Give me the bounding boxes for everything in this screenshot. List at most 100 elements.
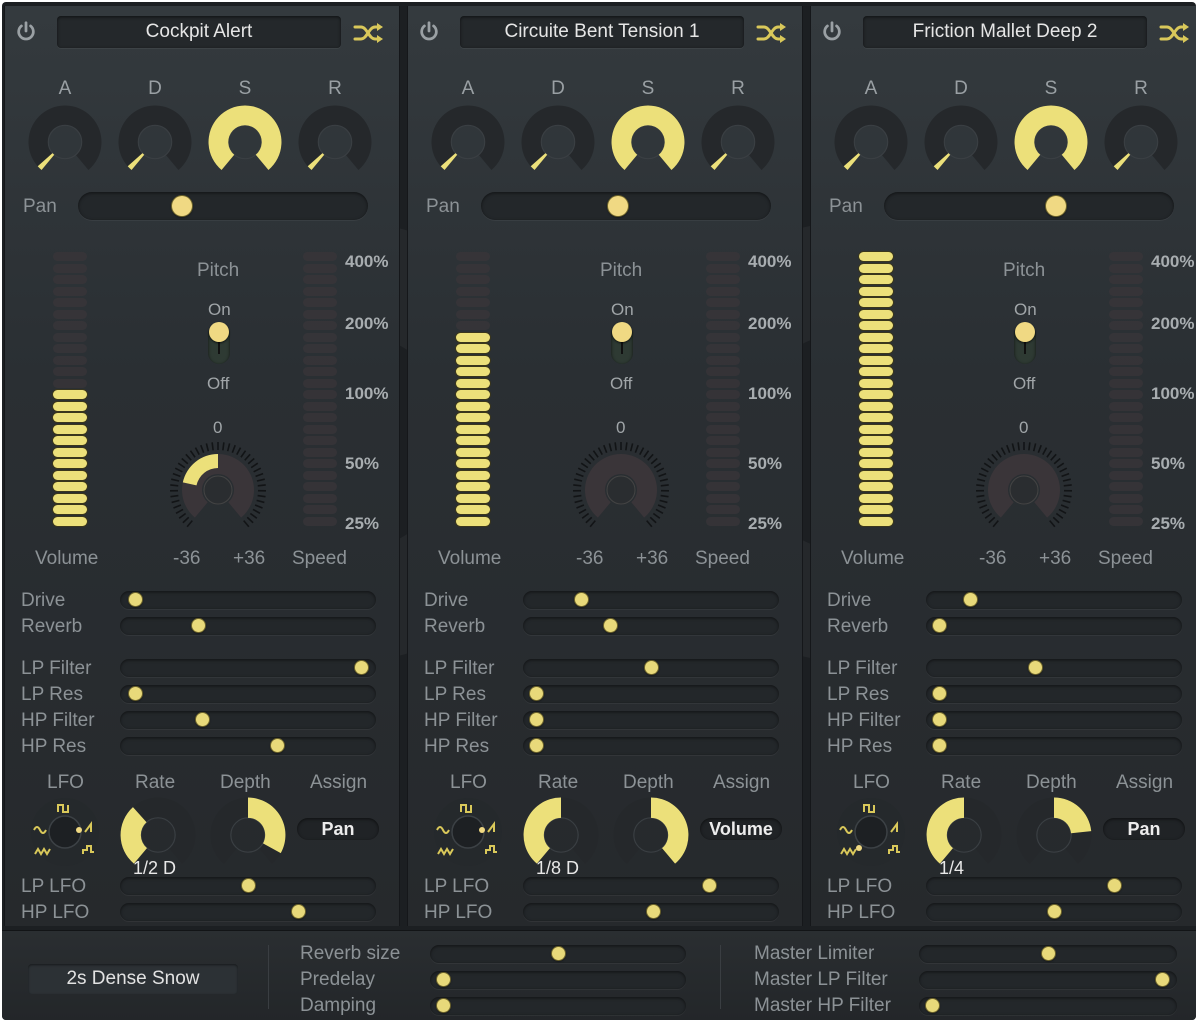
release-knob[interactable]: [297, 104, 373, 180]
drive-slider-thumb[interactable]: [129, 593, 143, 606]
hp-res-slider-thumb[interactable]: [932, 739, 946, 752]
pan-slider[interactable]: [884, 192, 1174, 220]
master-param-slider-thumb[interactable]: [1155, 973, 1169, 986]
sustain-knob[interactable]: [207, 104, 283, 180]
pitch-knob[interactable]: [168, 440, 268, 540]
decay-knob[interactable]: [117, 104, 193, 180]
pitch-toggle[interactable]: [1014, 322, 1036, 364]
lfo-depth-knob[interactable]: [1015, 796, 1093, 874]
drive-slider-thumb[interactable]: [575, 593, 589, 606]
shuffle-icon[interactable]: [756, 22, 788, 44]
hp-res-slider-thumb[interactable]: [270, 739, 284, 752]
pitch-toggle[interactable]: [208, 322, 230, 364]
lfo-waveform-selector[interactable]: [833, 796, 909, 866]
hp-filter-slider-thumb[interactable]: [932, 713, 946, 726]
hp-lfo-slider[interactable]: [926, 903, 1182, 921]
power-icon[interactable]: [418, 20, 440, 42]
lp-res-slider-thumb[interactable]: [932, 687, 946, 700]
lp-lfo-slider-thumb[interactable]: [702, 879, 716, 892]
master-param-slider[interactable]: [919, 971, 1177, 989]
sound-name[interactable]: Circuite Bent Tension 1: [460, 16, 744, 48]
master-param-slider[interactable]: [919, 945, 1177, 963]
pan-slider-thumb[interactable]: [1046, 196, 1067, 216]
hp-res-slider[interactable]: [120, 737, 376, 755]
reverb-slider[interactable]: [120, 617, 376, 635]
sustain-knob[interactable]: [610, 104, 686, 180]
reverb-slider-thumb[interactable]: [191, 619, 205, 632]
hp-filter-slider-thumb[interactable]: [529, 713, 543, 726]
drive-slider-thumb[interactable]: [964, 593, 977, 606]
pitch-toggle[interactable]: [611, 322, 633, 364]
lp-filter-slider-thumb[interactable]: [1028, 661, 1042, 674]
lfo-depth-knob[interactable]: [612, 796, 690, 874]
drive-slider[interactable]: [120, 591, 376, 609]
lfo-assign-button[interactable]: Pan: [297, 818, 379, 840]
release-knob[interactable]: [1103, 104, 1179, 180]
release-knob[interactable]: [700, 104, 776, 180]
master-param-slider-thumb[interactable]: [925, 999, 939, 1012]
reverb-slider-thumb[interactable]: [604, 619, 618, 632]
reverb-param-slider[interactable]: [430, 971, 686, 989]
lfo-waveform-selector[interactable]: [430, 796, 506, 866]
hp-lfo-slider-thumb[interactable]: [647, 905, 661, 918]
lp-res-slider[interactable]: [926, 685, 1182, 703]
hp-filter-slider[interactable]: [523, 711, 779, 729]
lp-lfo-slider-thumb[interactable]: [242, 879, 255, 892]
lp-res-slider[interactable]: [523, 685, 779, 703]
lp-filter-slider[interactable]: [120, 659, 376, 677]
hp-filter-slider-thumb[interactable]: [196, 713, 210, 726]
lp-lfo-slider-thumb[interactable]: [1108, 879, 1121, 892]
reverb-param-slider[interactable]: [430, 945, 686, 963]
hp-filter-slider[interactable]: [120, 711, 376, 729]
reverb-param-slider-thumb[interactable]: [436, 999, 450, 1012]
pitch-knob[interactable]: [974, 440, 1074, 540]
shuffle-icon[interactable]: [1159, 22, 1191, 44]
hp-filter-slider[interactable]: [926, 711, 1182, 729]
attack-knob[interactable]: [27, 104, 103, 180]
toggle-knob[interactable]: [612, 322, 632, 342]
toggle-knob[interactable]: [1015, 322, 1035, 342]
hp-lfo-slider-thumb[interactable]: [1048, 905, 1061, 918]
pan-slider[interactable]: [481, 192, 771, 220]
hp-res-slider[interactable]: [926, 737, 1182, 755]
reverb-param-slider[interactable]: [430, 997, 686, 1015]
reverb-param-slider-thumb[interactable]: [552, 947, 565, 960]
pitch-knob[interactable]: [571, 440, 671, 540]
lfo-waveform-selector[interactable]: [27, 796, 103, 866]
lp-filter-slider-thumb[interactable]: [645, 661, 658, 674]
reverb-slider[interactable]: [926, 617, 1182, 635]
drive-slider[interactable]: [523, 591, 779, 609]
reverb-preset-selector[interactable]: 2s Dense Snow: [28, 964, 238, 994]
reverb-slider[interactable]: [523, 617, 779, 635]
lp-lfo-slider[interactable]: [523, 877, 779, 895]
hp-lfo-slider[interactable]: [523, 903, 779, 921]
lp-res-slider[interactable]: [120, 685, 376, 703]
sound-name[interactable]: Friction Mallet Deep 2: [863, 16, 1147, 48]
decay-knob[interactable]: [520, 104, 596, 180]
lp-lfo-slider[interactable]: [926, 877, 1182, 895]
hp-lfo-slider[interactable]: [120, 903, 376, 921]
lp-lfo-slider[interactable]: [120, 877, 376, 895]
reverb-param-slider-thumb[interactable]: [436, 973, 450, 986]
power-icon[interactable]: [15, 20, 37, 42]
pan-slider[interactable]: [78, 192, 368, 220]
master-param-slider[interactable]: [919, 997, 1177, 1015]
sustain-knob[interactable]: [1013, 104, 1089, 180]
lp-filter-slider[interactable]: [926, 659, 1182, 677]
hp-res-slider[interactable]: [523, 737, 779, 755]
toggle-knob[interactable]: [209, 322, 229, 342]
lfo-depth-knob[interactable]: [209, 796, 287, 874]
lfo-assign-button[interactable]: Pan: [1103, 818, 1185, 840]
decay-knob[interactable]: [923, 104, 999, 180]
lfo-assign-button[interactable]: Volume: [700, 818, 782, 840]
hp-res-slider-thumb[interactable]: [529, 739, 543, 752]
reverb-slider-thumb[interactable]: [932, 619, 946, 632]
shuffle-icon[interactable]: [353, 22, 385, 44]
pan-slider-thumb[interactable]: [607, 196, 628, 216]
lp-res-slider-thumb[interactable]: [529, 687, 543, 700]
sound-name[interactable]: Cockpit Alert: [57, 16, 341, 48]
drive-slider[interactable]: [926, 591, 1182, 609]
lp-filter-slider-thumb[interactable]: [354, 661, 368, 674]
attack-knob[interactable]: [833, 104, 909, 180]
lp-filter-slider[interactable]: [523, 659, 779, 677]
